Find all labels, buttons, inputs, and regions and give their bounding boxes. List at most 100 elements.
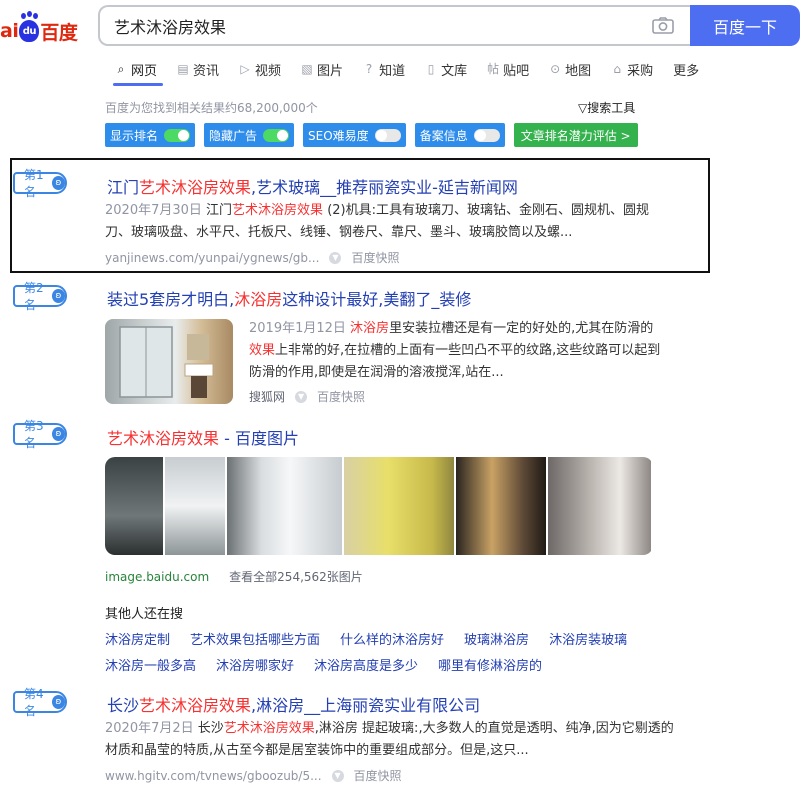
rank-badge: 第1名 ʚ <box>13 168 67 199</box>
link-icon: ʚ <box>51 695 65 709</box>
result-url[interactable]: yanjinews.com/yunpai/ygnews/gb... <box>105 251 319 265</box>
related-search-link[interactable]: 沐浴房装玻璃 <box>549 629 627 648</box>
paw-icon: du <box>19 13 40 42</box>
title-text: 江门 <box>107 178 140 197</box>
tab-tieba[interactable]: 帖贴吧 <box>487 60 530 79</box>
result-source: yanjinews.com/yunpai/ygnews/gb... ▼ 百度快照 <box>105 249 399 266</box>
title-highlight: 艺术沐浴房效果 <box>107 429 220 448</box>
tab-label: 视频 <box>255 63 282 79</box>
title-highlight: 艺术沐浴房效果 <box>139 696 252 715</box>
tab-web[interactable]: ⌕ 网页 <box>115 60 158 79</box>
title-text: ,艺术玻璃__推荐丽瓷实业-延吉新闻网 <box>251 178 518 197</box>
search-button[interactable]: 百度一下 <box>690 5 800 46</box>
view-all-images-link[interactable]: 查看全部254,562张图片 <box>229 568 363 585</box>
plugin-chips: 显示排名 隐藏广告 SEO难易度 备案信息 文章排名潜力评估 > <box>105 123 638 147</box>
image-thumb[interactable] <box>344 457 454 555</box>
related-search-link[interactable]: 沐浴房哪家好 <box>216 655 294 674</box>
doc-icon: ▯ <box>427 62 435 76</box>
snippet-text: 上非常的好,在拉槽的上面有一些凹凸不平的纹路,这些纹路可以起到防滑的作用,即使是… <box>249 343 661 380</box>
chip-show-rank[interactable]: 显示排名 <box>105 123 196 147</box>
snippet-highlight: 沐浴房 <box>350 321 390 336</box>
tab-more[interactable]: 更多 <box>673 60 700 79</box>
result-title[interactable]: 装过5套房才明白,沐浴房这种设计最好,美翻了_装修 <box>107 286 471 310</box>
snapshot-link[interactable]: 百度快照 <box>354 767 402 784</box>
chip-label: 显示排名 <box>110 128 159 143</box>
tab-label: 贴吧 <box>503 63 530 79</box>
tab-label: 更多 <box>673 63 700 79</box>
camera-icon[interactable] <box>652 17 674 34</box>
image-thumb[interactable] <box>227 457 342 555</box>
tab-video[interactable]: ▷ 视频 <box>239 60 282 79</box>
snippet-text: 长沙 <box>193 721 224 736</box>
toggle-switch[interactable] <box>263 128 290 142</box>
image-thumb[interactable] <box>456 457 546 555</box>
chip-label: 隐藏广告 <box>209 128 258 143</box>
dropdown-icon[interactable]: ▼ <box>329 251 342 264</box>
related-searches-row: 沐浴房定制 艺术效果包括哪些方面 什么样的沐浴房好 玻璃淋浴房 沐浴房装玻璃 <box>105 629 647 648</box>
result-site[interactable]: 搜狐网 <box>249 388 285 405</box>
tab-image[interactable]: ▧ 图片 <box>301 60 343 79</box>
snippet-highlight: 艺术沐浴房效果 <box>223 721 315 736</box>
image-thumb[interactable] <box>165 457 225 555</box>
logo-text: ai <box>0 20 19 42</box>
search-input[interactable] <box>114 16 634 35</box>
rank-badge: 第3名 ʚ <box>13 419 67 450</box>
chip-icp[interactable]: 备案信息 <box>414 123 505 147</box>
video-icon: ▷ <box>240 62 250 76</box>
image-thumb[interactable] <box>548 457 651 555</box>
snapshot-link[interactable]: 百度快照 <box>351 249 399 266</box>
related-search-link[interactable]: 沐浴房一般多高 <box>105 655 196 674</box>
dropdown-icon[interactable]: ▼ <box>331 769 344 782</box>
related-search-link[interactable]: 沐浴房定制 <box>105 629 170 648</box>
tab-zhidao[interactable]: ? 知道 <box>363 60 406 79</box>
related-search-link[interactable]: 哪里有修淋浴房的 <box>438 655 542 674</box>
tieba-icon: 帖 <box>487 62 500 76</box>
result-title[interactable]: 艺术沐浴房效果 - 百度图片 <box>107 425 299 449</box>
image-thumb[interactable] <box>105 457 163 555</box>
snapshot-link[interactable]: 百度快照 <box>317 388 365 405</box>
title-highlight: 艺术沐浴房效果 <box>139 178 252 197</box>
result-date: 2020年7月30日 <box>105 203 202 218</box>
question-icon: ? <box>365 62 373 76</box>
related-search-link[interactable]: 什么样的沐浴房好 <box>340 629 444 648</box>
result-url[interactable]: www.hgitv.com/tvnews/gboozub/5... <box>105 769 322 783</box>
rank-label: 第1名 <box>24 168 44 199</box>
result-source: 搜狐网 ▼ 百度快照 <box>249 388 365 405</box>
result-date: 2019年1月12日 <box>249 321 346 336</box>
tab-label: 知道 <box>379 63 406 79</box>
result-date: 2020年7月2日 <box>105 721 194 736</box>
result-thumbnail[interactable] <box>105 319 233 404</box>
title-text: 装过5套房才明白, <box>107 290 235 309</box>
result-url[interactable]: image.baidu.com <box>105 570 209 584</box>
tab-map[interactable]: ⊙ 地图 <box>549 60 591 79</box>
related-search-link[interactable]: 艺术效果包括哪些方面 <box>190 629 320 648</box>
title-text: ,淋浴房__上海丽瓷实业有限公司 <box>251 696 481 715</box>
toggle-switch[interactable] <box>164 128 191 142</box>
chip-seo[interactable]: SEO难易度 <box>303 123 406 147</box>
result-title[interactable]: 江门艺术沐浴房效果,艺术玻璃__推荐丽瓷实业-延吉新闻网 <box>107 174 518 198</box>
tab-label: 网页 <box>131 63 158 79</box>
image-strip <box>105 457 653 555</box>
chip-label: 文章排名潜力评估 > <box>520 128 631 143</box>
search-tools-button[interactable]: ▽搜索工具 <box>578 99 635 116</box>
dropdown-icon[interactable]: ▼ <box>295 390 308 403</box>
toggle-switch[interactable] <box>473 128 500 142</box>
filter-icon: ▽ <box>578 101 588 115</box>
related-search-link[interactable]: 玻璃淋浴房 <box>464 629 529 648</box>
snippet-highlight: 艺术沐浴房效果 <box>232 203 324 218</box>
map-icon: ⊙ <box>550 62 561 76</box>
chip-article-rank[interactable]: 文章排名潜力评估 > <box>513 123 638 147</box>
tab-purchase[interactable]: ⌂ 采购 <box>611 60 653 79</box>
chip-hide-ads[interactable]: 隐藏广告 <box>204 123 295 147</box>
toggle-switch[interactable] <box>374 128 401 142</box>
tab-news[interactable]: ▤ 资讯 <box>177 60 219 79</box>
baidu-logo[interactable]: ai du 百度 <box>0 13 78 45</box>
logo-cn: 百度 <box>40 21 78 44</box>
link-icon: ʚ <box>51 176 65 190</box>
related-search-link[interactable]: 沐浴房高度是多少 <box>314 655 418 674</box>
result-title[interactable]: 长沙艺术沐浴房效果,淋浴房__上海丽瓷实业有限公司 <box>107 692 480 716</box>
related-searches-title: 其他人还在搜 <box>105 607 184 622</box>
search-tabs: ⌕ 网页 ▤ 资讯 ▷ 视频 ▧ 图片 ? 知道 ▯ 文库 帖贴吧 ⊙ 地图 ⌂ 采购 更多 <box>115 60 719 79</box>
tab-wenku[interactable]: ▯ 文库 <box>425 60 467 79</box>
link-icon: ʚ <box>51 427 65 441</box>
